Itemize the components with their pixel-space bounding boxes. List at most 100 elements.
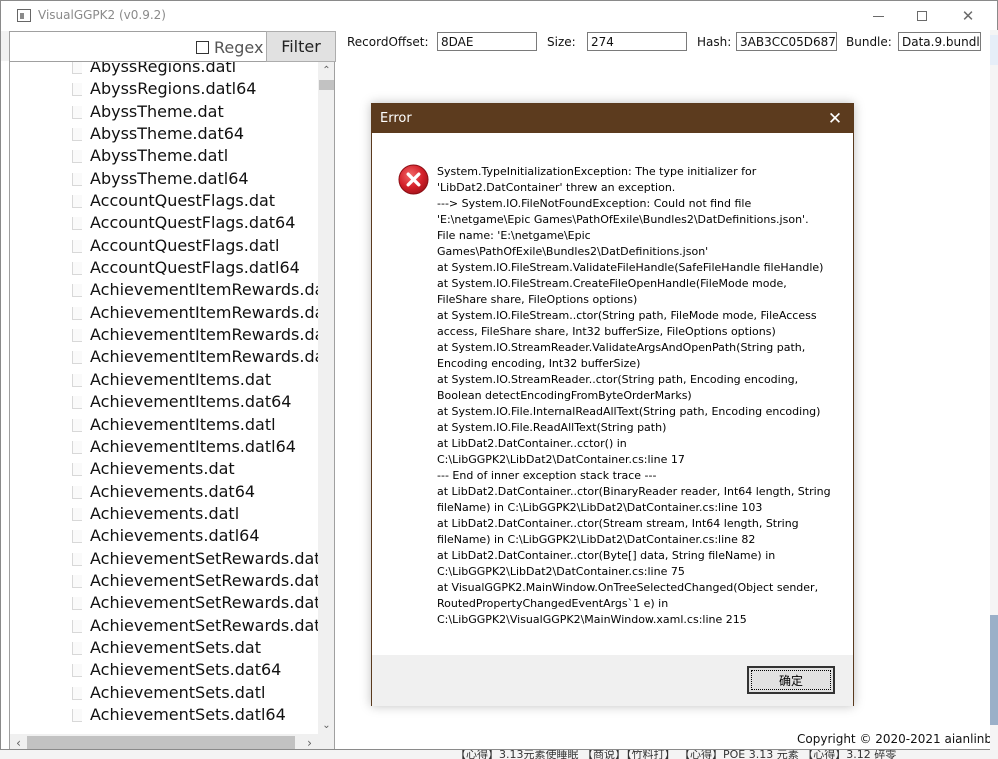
filter-button[interactable]: Filter <box>266 31 336 62</box>
error-line: at LibDat2.DatContainer..cctor() in <box>437 437 627 450</box>
app-icon <box>17 9 31 22</box>
tree-item[interactable]: AccountQuestFlags.dat <box>10 190 318 212</box>
tree-item[interactable]: AccountQuestFlags.datl64 <box>10 257 318 279</box>
tree-horizontal-scrollbar[interactable]: ‹ › <box>10 734 334 750</box>
title-bar[interactable]: VisualGGPK2 (v0.9.2) ✕ <box>1 1 997 31</box>
tree-item-label: AchievementSetRewards.dat6 <box>90 570 318 590</box>
maximize-button[interactable] <box>899 1 945 31</box>
error-line: at System.IO.FileStream..ctor(String pat… <box>437 309 817 322</box>
tree-item[interactable]: AchievementItems.dat64 <box>10 391 318 413</box>
tree-item[interactable]: AbyssRegions.datl64 <box>10 78 318 100</box>
tree-vertical-scrollbar[interactable]: ⌃ ⌄ <box>318 62 334 734</box>
bundle-label: Bundle: <box>846 35 892 49</box>
error-line: at LibDat2.DatContainer..ctor(BinaryRead… <box>437 485 831 498</box>
record-offset-label: RecordOffset: <box>347 35 429 49</box>
file-icon <box>72 440 82 454</box>
tree-item[interactable]: AchievementItemRewards.dat <box>10 302 318 324</box>
tree-item-label: AchievementItems.dat64 <box>90 392 292 412</box>
dialog-footer: 确定 <box>372 655 853 706</box>
scroll-down-arrow-icon[interactable]: ⌄ <box>318 717 334 734</box>
tree-item[interactable]: AccountQuestFlags.dat64 <box>10 212 318 234</box>
error-dialog: Error ✕ System.TypeInitializationExcepti… <box>371 103 854 706</box>
tree-item[interactable]: Achievements.dat <box>10 458 318 480</box>
tree-item[interactable]: AchievementSets.dat64 <box>10 659 318 681</box>
tree-item[interactable]: AchievementItemRewards.dat <box>10 346 318 368</box>
close-icon: ✕ <box>961 7 975 25</box>
bundle-field[interactable] <box>898 32 981 51</box>
horizontal-scroll-thumb[interactable] <box>27 736 295 749</box>
error-line: Encoding encoding, Int32 bufferSize) <box>437 357 641 370</box>
file-icon <box>72 329 82 343</box>
file-icon <box>72 150 82 164</box>
tree-item-label: AbyssTheme.datl64 <box>90 168 249 188</box>
tree-item[interactable]: AchievementSets.dat <box>10 637 318 659</box>
error-line: at System.IO.FileStream.ValidateFileHand… <box>437 261 824 274</box>
tree-item[interactable]: AchievementItems.dat <box>10 369 318 391</box>
error-line: at VisualGGPK2.MainWindow.OnTreeSelected… <box>437 581 819 594</box>
tree-item[interactable]: AbyssRegions.datl <box>10 62 318 78</box>
tree-item-label: AccountQuestFlags.dat <box>90 191 276 211</box>
tree-item[interactable]: AchievementSetRewards.dat <box>10 548 318 570</box>
record-offset-field[interactable] <box>437 32 537 51</box>
tree-item[interactable]: AbyssTheme.dat64 <box>10 123 318 145</box>
tree-item[interactable]: AbyssTheme.dat <box>10 101 318 123</box>
error-line: at LibDat2.DatContainer..ctor(Stream str… <box>437 517 799 530</box>
maximize-icon <box>917 11 927 21</box>
scroll-up-arrow-icon[interactable]: ⌃ <box>318 62 334 79</box>
tree-item[interactable]: AchievementItemRewards.dat <box>10 324 318 346</box>
tree-item[interactable]: AbyssTheme.datl <box>10 145 318 167</box>
dialog-title-bar[interactable]: Error ✕ <box>372 104 853 133</box>
tree-item[interactable]: AchievementSetRewards.dat6 <box>10 570 318 592</box>
error-line: Games\PathOfExile\Bundles2\DatDefinition… <box>437 245 709 258</box>
tree-item[interactable]: AccountQuestFlags.datl <box>10 235 318 257</box>
tree-item[interactable]: Achievements.datl64 <box>10 525 318 547</box>
file-icon <box>72 217 82 231</box>
close-button[interactable]: ✕ <box>945 1 991 31</box>
error-x-icon <box>398 164 429 195</box>
minimize-icon <box>872 15 884 17</box>
file-icon <box>72 574 82 588</box>
tree-item[interactable]: AchievementItems.datl64 <box>10 436 318 458</box>
size-field[interactable] <box>587 32 687 51</box>
regex-checkbox[interactable]: Regex <box>196 37 263 57</box>
scroll-left-arrow-icon[interactable]: ‹ <box>10 734 27 750</box>
dialog-title: Error <box>380 111 412 126</box>
ok-button[interactable]: 确定 <box>747 666 835 694</box>
tree-item[interactable]: AbyssTheme.datl64 <box>10 168 318 190</box>
tree-item[interactable]: Achievements.dat64 <box>10 481 318 503</box>
scroll-thumb[interactable] <box>319 80 334 90</box>
tree-item[interactable]: Achievements.datl <box>10 503 318 525</box>
tree-item-label: AbyssRegions.datl <box>90 62 237 76</box>
error-line: File name: 'E:\netgame\Epic <box>437 229 591 242</box>
dialog-close-button[interactable]: ✕ <box>817 104 853 133</box>
tree-item-label: AchievementItems.dat <box>90 369 272 389</box>
error-line: FileShare share, FileOptions options) <box>437 293 638 306</box>
regex-checkbox-box[interactable] <box>196 40 209 54</box>
file-tree-panel: AbyssRegions.datl AbyssRegions.datl64 Abys… <box>9 62 335 750</box>
file-icon <box>72 284 82 298</box>
tree-item-label: AbyssTheme.dat64 <box>90 124 245 144</box>
file-icon <box>72 507 82 521</box>
error-line: C:\LibGGPK2\LibDat2\DatContainer.cs:line… <box>437 565 685 578</box>
tree-item[interactable]: AchievementSets.datl64 <box>10 704 318 726</box>
hash-field[interactable] <box>736 32 837 51</box>
hash-label: Hash: <box>697 35 732 49</box>
tree-item[interactable]: AchievementSetRewards.datl6 <box>10 615 318 637</box>
search-input[interactable] <box>10 32 190 61</box>
tree-item[interactable]: AchievementSetRewards.datl <box>10 592 318 614</box>
file-icon <box>72 686 82 700</box>
tree-item-label: AchievementSetRewards.datl6 <box>90 615 318 635</box>
scroll-right-arrow-icon[interactable]: › <box>301 734 318 750</box>
tree-item-label: AchievementItems.datl <box>90 414 276 434</box>
file-icon <box>72 396 82 410</box>
error-line: ---> System.IO.FileNotFoundException: Co… <box>437 197 752 210</box>
error-line: System.TypeInitializationException: The … <box>437 165 757 178</box>
tree-item[interactable]: AchievementItems.datl <box>10 414 318 436</box>
record-info-bar: RecordOffset: Size: Hash: Bundle: <box>347 32 997 52</box>
tree-item[interactable]: AchievementSets.datl <box>10 682 318 704</box>
file-icon <box>72 306 82 320</box>
minimize-button[interactable] <box>855 1 901 31</box>
file-icon <box>72 62 82 74</box>
tree-item[interactable]: AchievementItemRewards.dat <box>10 279 318 301</box>
error-line: fileName) in C:\LibGGPK2\LibDat2\DatCont… <box>437 501 763 514</box>
